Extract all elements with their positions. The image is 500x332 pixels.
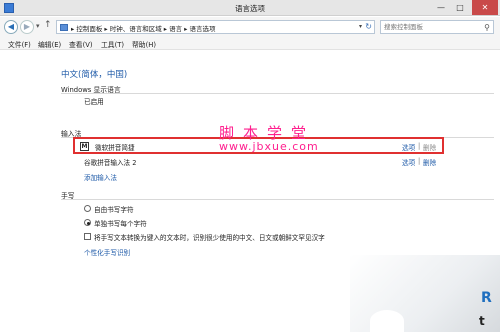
menu-view[interactable]: 查看(V): [69, 39, 93, 49]
rare-character-checkbox[interactable]: [84, 233, 91, 240]
forward-button[interactable]: ▶: [20, 20, 34, 34]
close-button[interactable]: ✕: [472, 0, 498, 15]
input-method-name: 微软拼音简捷: [95, 144, 135, 152]
up-button[interactable]: ↑: [44, 20, 52, 30]
single-character-radio[interactable]: [84, 219, 91, 226]
maximize-button[interactable]: □: [451, 0, 469, 15]
search-box[interactable]: ⚲: [380, 20, 494, 34]
minimize-button[interactable]: —: [432, 0, 450, 15]
address-dropdown-icon[interactable]: ▾: [359, 23, 362, 30]
corner-logo-letter: t: [479, 314, 485, 328]
free-writing-radio[interactable]: [84, 205, 91, 212]
rare-character-label[interactable]: 将手写文本转换为键入的文本时，识别很少使用的中文、日文或朝鲜文罕见汉字: [94, 232, 325, 242]
divider: [61, 93, 494, 94]
corner-logo-letter: R: [481, 290, 492, 306]
menu-edit[interactable]: 编辑(E): [38, 39, 61, 49]
breadcrumb[interactable]: ▸ 控制面板 ▸ 时钟、语言和区域 ▸ 语言 ▸ 语言选项: [71, 23, 216, 33]
menu-tools[interactable]: 工具(T): [101, 39, 124, 49]
input-method-options-link[interactable]: 选项: [402, 142, 415, 152]
decorative-shape: [370, 310, 404, 332]
input-method-delete-link[interactable]: 删除: [423, 157, 436, 167]
window-title: 语言选项: [235, 4, 265, 13]
menu-bar: 文件(F) 编辑(E) 查看(V) 工具(T) 帮助(H): [0, 37, 500, 50]
forward-arrow-icon: ▶: [23, 22, 31, 31]
refresh-icon[interactable]: ↻: [365, 22, 372, 31]
title-bar: 语言选项 — □ ✕: [0, 0, 500, 16]
recent-pages-dropdown-icon[interactable]: ▾: [36, 22, 40, 30]
navigation-bar: ◀ ▶ ▾ ↑ ▸ 控制面板 ▸ 时钟、语言和区域 ▸ 语言 ▸ 语言选项 ▾ …: [0, 17, 500, 37]
page-title: 中文(简体，中国): [61, 70, 128, 80]
display-language-status: 已启用: [84, 98, 104, 106]
personalize-handwriting-link[interactable]: 个性化手写识别: [84, 247, 130, 257]
search-input[interactable]: [381, 21, 481, 33]
control-panel-small-icon: [60, 24, 68, 31]
menu-help[interactable]: 帮助(H): [132, 39, 156, 49]
back-button[interactable]: ◀: [4, 20, 18, 34]
input-method-delete-link[interactable]: 删除: [423, 142, 436, 152]
single-character-label[interactable]: 单独书写每个字符: [94, 218, 147, 228]
search-icon[interactable]: ⚲: [484, 23, 490, 32]
input-method-name: 谷歌拼音输入法 2: [84, 159, 137, 167]
add-input-method-link[interactable]: 添加输入法: [84, 172, 117, 182]
link-separator: |: [418, 157, 421, 165]
menu-file[interactable]: 文件(F): [8, 39, 31, 49]
free-writing-label[interactable]: 自由书写字符: [94, 204, 134, 214]
watermark-url: www.jbxue.com: [219, 140, 319, 153]
divider: [61, 199, 494, 200]
back-arrow-icon: ◀: [7, 22, 15, 31]
link-separator: |: [418, 142, 421, 150]
input-method-options-link[interactable]: 选项: [402, 157, 415, 167]
address-bar[interactable]: ▸ 控制面板 ▸ 时钟、语言和区域 ▸ 语言 ▸ 语言选项 ▾ ↻: [56, 20, 375, 34]
microsoft-pinyin-icon: M: [80, 142, 89, 151]
